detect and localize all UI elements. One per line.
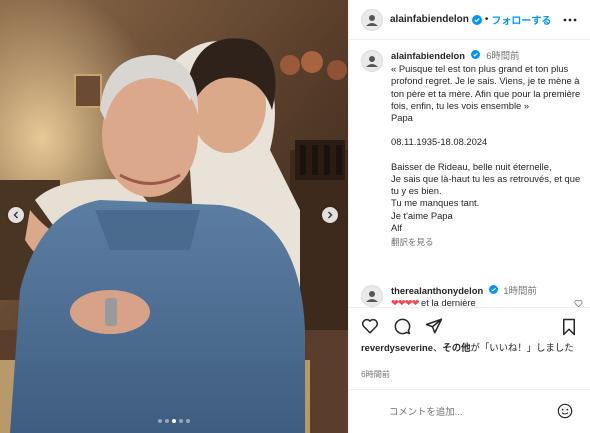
header-username[interactable]: alainfabiendelon — [390, 14, 469, 25]
profile-photo-icon — [366, 14, 378, 26]
comment-item: therealanthonydelon 1時間前 ❤❤❤❤ et la dern… — [361, 285, 587, 307]
verified-badge-icon — [471, 14, 482, 25]
carousel-dot-active — [172, 419, 176, 423]
post-photo — [0, 0, 348, 433]
paper-plane-icon — [425, 318, 443, 333]
translate-link[interactable]: 翻訳を見る — [391, 236, 587, 248]
carousel-dot — [165, 419, 169, 423]
caption-avatar[interactable] — [361, 50, 383, 72]
action-bar — [349, 307, 590, 343]
share-button[interactable] — [425, 317, 443, 335]
carousel-prev-button[interactable] — [8, 207, 24, 223]
comment-text: et la dernière — [421, 297, 476, 307]
header-separator: • — [484, 14, 489, 25]
post-timestamp: 6時間前 — [361, 370, 391, 379]
chevron-right-icon — [328, 211, 333, 219]
follow-button[interactable]: フォローする — [491, 12, 551, 27]
comment-body: therealanthonydelon 1時間前 ❤❤❤❤ et la dern… — [391, 285, 537, 307]
comment-username[interactable]: therealanthonydelon — [391, 285, 483, 296]
carousel-indicator — [0, 419, 348, 423]
add-comment-bar — [349, 389, 590, 433]
carousel-next-button[interactable] — [322, 207, 338, 223]
bookmark-icon[interactable] — [561, 318, 577, 336]
post-media[interactable] — [0, 0, 348, 433]
comment-button[interactable] — [393, 317, 411, 335]
comment-bubble-icon — [394, 318, 411, 334]
caption-text: « Puisque tel est ton plus grand et ton … — [391, 63, 581, 233]
verified-badge-icon — [488, 285, 498, 294]
caption-time: 6時間前 — [486, 50, 520, 61]
avatar[interactable] — [361, 8, 383, 31]
caption-username[interactable]: alainfabiendelon — [391, 50, 465, 61]
like-button[interactable] — [361, 317, 379, 335]
instagram-post: alainfabiendelon • フォローする alainfabiendel… — [0, 0, 590, 433]
comment-like-icon[interactable] — [574, 299, 583, 307]
more-horizontal-icon[interactable] — [563, 13, 577, 27]
carousel-dot — [186, 419, 190, 423]
carousel-dot — [179, 419, 183, 423]
caption-body: alainfabiendelon 6時間前 « Puisque tel est … — [391, 50, 587, 248]
post-header: alainfabiendelon • フォローする — [349, 0, 590, 40]
verified-badge-icon — [470, 50, 480, 59]
smiley-icon[interactable] — [557, 403, 573, 419]
post-side-panel: alainfabiendelon • フォローする alainfabiendel… — [348, 0, 590, 433]
chevron-left-icon — [13, 211, 18, 219]
likes-others-link[interactable]: その他 — [442, 342, 470, 353]
profile-photo-icon — [366, 56, 378, 67]
likes-summary: reverdyseverine、その他が「いいね！」しました — [361, 342, 583, 355]
comment-time: 1時間前 — [503, 285, 537, 296]
likes-username[interactable]: reverdyseverine — [361, 342, 433, 353]
comment-input[interactable] — [389, 406, 539, 417]
comment-avatar[interactable] — [361, 285, 383, 307]
likes-suffix: が「いいね！」しました — [470, 342, 574, 353]
profile-photo-icon — [366, 291, 378, 302]
caption: alainfabiendelon 6時間前 « Puisque tel est … — [361, 50, 587, 248]
carousel-dot — [158, 419, 162, 423]
comment-hearts: ❤❤❤❤ — [391, 297, 419, 307]
heart-icon — [361, 318, 379, 333]
likes-connector: 、 — [432, 342, 443, 353]
